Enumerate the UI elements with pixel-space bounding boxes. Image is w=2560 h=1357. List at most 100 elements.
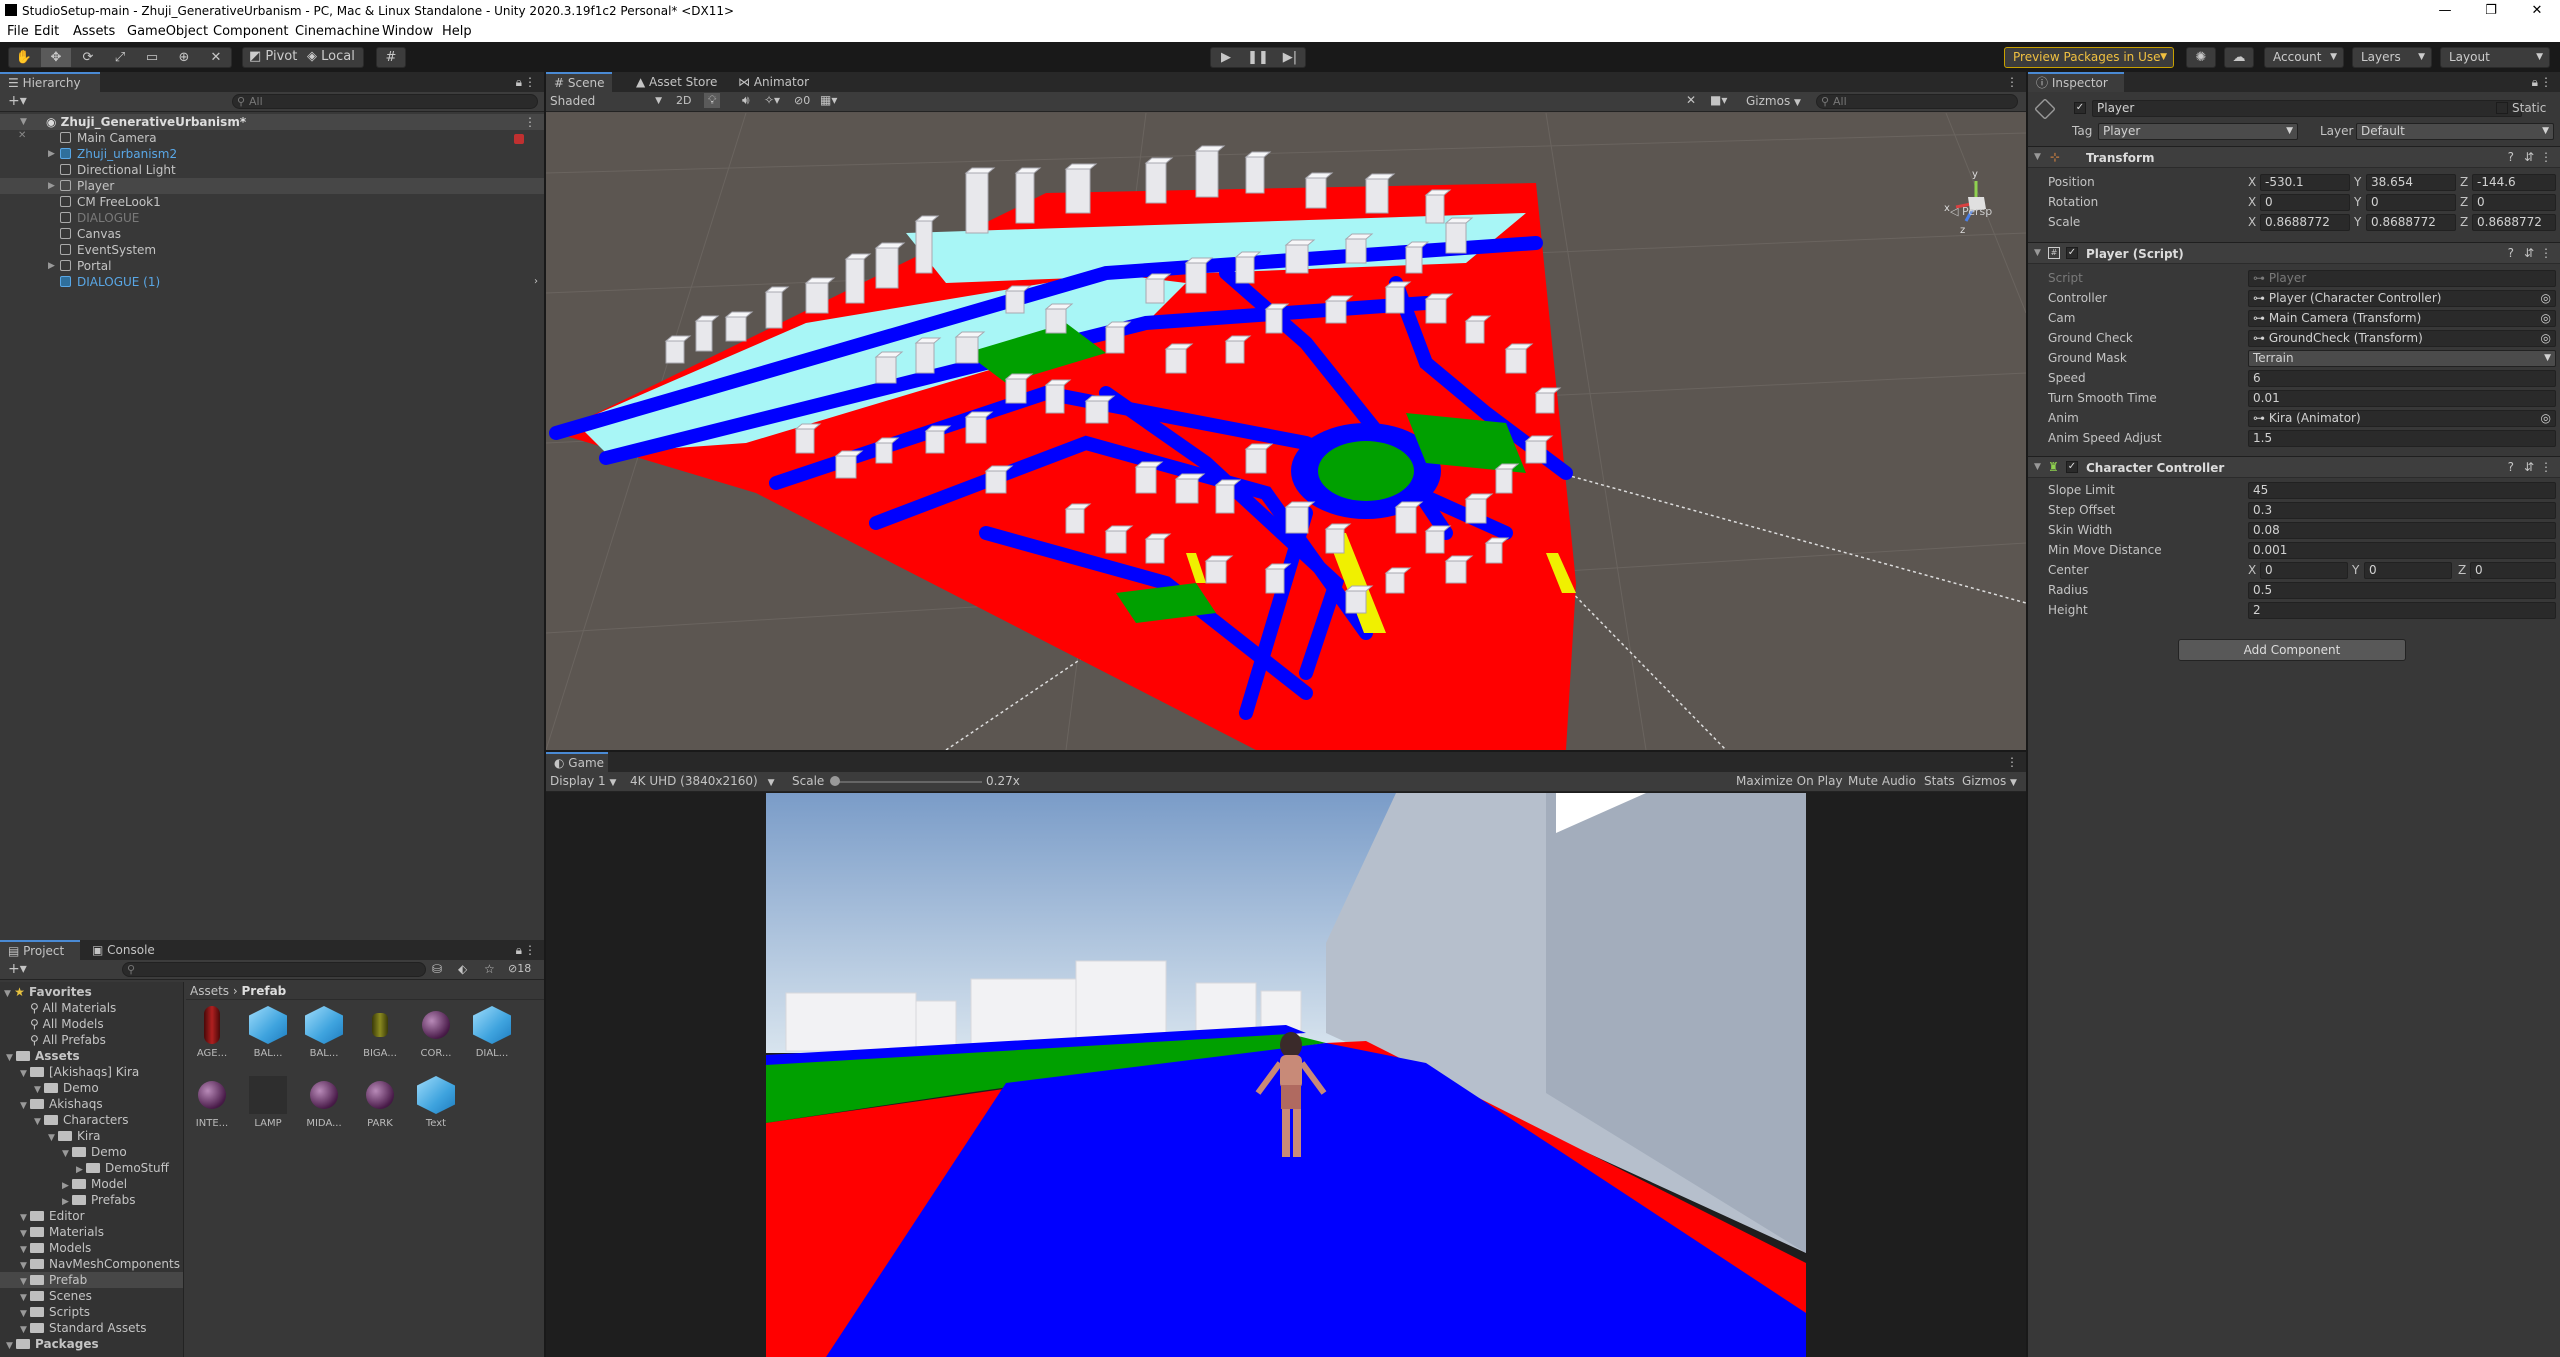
- tag-dropdown[interactable]: Player ▼: [2098, 123, 2298, 140]
- expand-arrow-icon[interactable]: ▶: [48, 178, 55, 194]
- scale-x-input[interactable]: 0.8688772: [2260, 214, 2350, 231]
- grid-toggle-icon[interactable]: ▦▾: [820, 93, 837, 107]
- component-menu-icon[interactable]: ⋮: [2540, 460, 2552, 474]
- preview-packages-button[interactable]: Preview Packages in Use ▼: [2004, 47, 2174, 68]
- object-name-input[interactable]: Player: [2092, 100, 2522, 117]
- move-tool-icon[interactable]: ✥: [41, 48, 71, 67]
- favorites-header[interactable]: ▼ ★ Favorites: [4, 984, 92, 1000]
- hierarchy-item[interactable]: EventSystem: [0, 242, 544, 258]
- mute-audio-toggle[interactable]: Mute Audio: [1848, 774, 1916, 788]
- rotate-tool-icon[interactable]: ⟳: [73, 48, 103, 67]
- grid-snap-button[interactable]: #: [376, 47, 406, 68]
- folder-tree-item[interactable]: ▼ Packages: [0, 1336, 183, 1352]
- static-checkbox[interactable]: [2496, 102, 2508, 114]
- folder-tree-item[interactable]: ▼ Standard Assets: [0, 1320, 183, 1336]
- folder-tree-item[interactable]: ▼ Materials: [0, 1224, 183, 1240]
- cc-field-input[interactable]: 45: [2248, 482, 2556, 499]
- hierarchy-item[interactable]: DIALOGUE (1) ›: [0, 274, 544, 290]
- expand-arrow-icon[interactable]: ▶: [48, 258, 55, 274]
- radius-input[interactable]: 0.5: [2248, 582, 2556, 599]
- shading-mode-dropdown[interactable]: Shaded ▼: [548, 93, 666, 110]
- filter-label-icon[interactable]: ⬖: [458, 962, 467, 976]
- breadcrumb-assets[interactable]: Assets: [190, 984, 229, 998]
- position-z-input[interactable]: -144.6: [2472, 174, 2556, 191]
- project-search-input[interactable]: ⚲: [122, 962, 426, 977]
- folder-tree-item[interactable]: ▶ Model: [0, 1176, 183, 1192]
- audio-toggle-icon[interactable]: 🔊︎: [742, 93, 750, 108]
- stats-toggle[interactable]: Stats: [1924, 774, 1955, 788]
- scene-search-input[interactable]: ⚲ All: [1816, 94, 2018, 109]
- object-picker-icon[interactable]: ◎: [2541, 291, 2551, 306]
- character-controller-header[interactable]: ▼ ♜ ✓ Character Controller ? ⇵ ⋮: [2028, 456, 2560, 478]
- object-picker-icon[interactable]: ◎: [2541, 411, 2551, 426]
- hierarchy-item[interactable]: Directional Light: [0, 162, 544, 178]
- pivot-toggle[interactable]: ◩ Pivot: [249, 49, 297, 64]
- rect-tool-icon[interactable]: ▭: [137, 48, 167, 67]
- menu-kebab-icon[interactable]: ⋮: [2006, 75, 2018, 89]
- folder-tree-item[interactable]: ▼ Scenes: [0, 1288, 183, 1304]
- tab-project[interactable]: ▤ Project: [0, 940, 80, 960]
- gizmos-dropdown[interactable]: Gizmos ▼: [1746, 94, 1801, 108]
- asset-item[interactable]: DIAL...: [470, 1006, 514, 1059]
- favorite-item[interactable]: ⚲ All Models: [30, 1016, 104, 1032]
- script-field-input[interactable]: 0.01: [2248, 390, 2556, 407]
- folder-tree-item[interactable]: ▼ [Akishaqs] Kira: [0, 1064, 183, 1080]
- hierarchy-item[interactable]: ▶ Portal: [0, 258, 544, 274]
- tab-scene[interactable]: # Scene: [546, 72, 612, 92]
- tab-asset-store[interactable]: ▲ Asset Store: [628, 72, 727, 92]
- tab-animator[interactable]: ⋈ Animator: [730, 72, 819, 92]
- expand-arrow-icon[interactable]: ▼: [20, 114, 27, 130]
- tools-icon[interactable]: ✕: [1686, 93, 1696, 107]
- menu-kebab-icon[interactable]: ⋮: [2540, 75, 2552, 89]
- folder-tree-item[interactable]: ▼ NavMeshComponents: [0, 1256, 183, 1272]
- tab-game[interactable]: ◐ Game: [546, 752, 608, 772]
- asset-item[interactable]: Text: [414, 1076, 458, 1129]
- lock-icon[interactable]: 🔒︎: [516, 943, 522, 958]
- asset-item[interactable]: AGE...: [190, 1006, 234, 1059]
- menu-window[interactable]: Window: [382, 24, 433, 39]
- tab-hierarchy[interactable]: ☰ Hierarchy: [0, 72, 100, 92]
- lock-icon[interactable]: 🔒︎: [516, 75, 522, 90]
- local-toggle[interactable]: ◈ Local: [307, 49, 355, 64]
- menu-help[interactable]: Help: [442, 24, 472, 39]
- folder-tree-item[interactable]: ▼ Scripts: [0, 1304, 183, 1320]
- player-script-header[interactable]: ▼ # ✓ Player (Script) ? ⇵ ⋮: [2028, 242, 2560, 264]
- effects-toggle-icon[interactable]: ✧▾: [764, 93, 780, 107]
- maximize-button[interactable]: ❐: [2468, 0, 2514, 22]
- folder-tree-item[interactable]: ▼ Demo: [0, 1144, 183, 1160]
- perspective-label[interactable]: ◁ Persp: [1950, 205, 1992, 218]
- asset-item[interactable]: PARK: [358, 1076, 402, 1129]
- preset-icon[interactable]: ⇵: [2524, 150, 2534, 164]
- position-x-input[interactable]: -530.1: [2260, 174, 2350, 191]
- script-field-input[interactable]: ⊶ Player (Character Controller) ◎: [2248, 290, 2556, 307]
- folder-tree-item[interactable]: ▼ Models: [0, 1240, 183, 1256]
- menu-cinemachine[interactable]: Cinemachine: [295, 24, 380, 39]
- play-button-icon[interactable]: ▶: [1211, 48, 1241, 67]
- asset-item[interactable]: BAL...: [302, 1006, 346, 1059]
- game-gizmos-dropdown[interactable]: Gizmos ▼: [1962, 774, 2017, 788]
- asset-item[interactable]: BIGA...: [358, 1006, 402, 1059]
- account-dropdown[interactable]: Account ▼: [2264, 47, 2344, 68]
- tab-inspector[interactable]: ⓘ Inspector: [2028, 72, 2124, 92]
- menu-kebab-icon[interactable]: ⋮: [524, 75, 536, 89]
- menu-file[interactable]: File: [7, 24, 29, 39]
- folder-tree-item[interactable]: ▼ Prefab: [0, 1272, 183, 1288]
- hand-tool-icon[interactable]: ✋: [9, 48, 39, 67]
- menu-component[interactable]: Component: [213, 24, 288, 39]
- hidden-objects-toggle[interactable]: ⊘0: [794, 94, 810, 107]
- scene-menu-kebab-icon[interactable]: ⋮: [524, 114, 536, 130]
- scale-slider-thumb[interactable]: [830, 776, 840, 786]
- hierarchy-search-input[interactable]: ⚲ All: [232, 94, 538, 109]
- layer-dropdown[interactable]: Default ▼: [2356, 123, 2554, 140]
- menu-gameobject[interactable]: GameObject: [127, 24, 208, 39]
- preset-icon[interactable]: ⇵: [2524, 246, 2534, 260]
- add-component-button[interactable]: Add Component: [2178, 639, 2406, 661]
- position-y-input[interactable]: 38.654: [2366, 174, 2456, 191]
- layout-dropdown[interactable]: Layout ▼: [2440, 47, 2550, 68]
- hierarchy-item[interactable]: Canvas: [0, 226, 544, 242]
- maximize-on-play-toggle[interactable]: Maximize On Play: [1736, 774, 1843, 788]
- help-icon[interactable]: ?: [2508, 460, 2514, 474]
- favorite-item[interactable]: ⚲ All Prefabs: [30, 1032, 106, 1048]
- step-button-icon[interactable]: ▶|: [1275, 48, 1305, 67]
- asset-item[interactable]: LAMP: [246, 1076, 290, 1129]
